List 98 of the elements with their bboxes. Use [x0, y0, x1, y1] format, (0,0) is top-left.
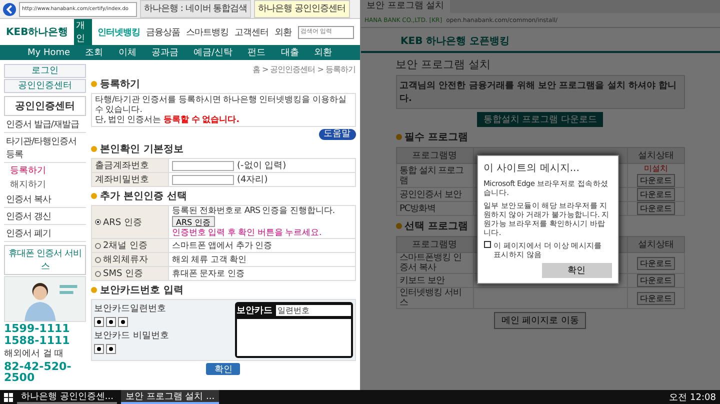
radio-option[interactable]: ARS 인증: [92, 206, 168, 238]
page-title: 보안 프로그램 설치: [396, 57, 490, 72]
main-nav-link[interactable]: 조회: [85, 46, 104, 59]
breadcrumb: 홈 > 공인인증센터 > 등록하기: [251, 64, 356, 75]
abroad-label: 해외에서 걸 때: [4, 348, 65, 360]
top-nav-link[interactable]: 인터넷뱅킹: [98, 26, 140, 38]
column-header: 프로그램명: [396, 148, 473, 164]
phone-number: 82-42-520-2500: [4, 361, 72, 383]
page-title: 등록하기: [100, 78, 140, 91]
top-nav-link[interactable]: 금융상품: [146, 26, 180, 38]
column-header: 설치상태: [628, 236, 684, 252]
service-banner[interactable]: 휴대폰 인증서 서비스: [4, 245, 86, 275]
bank-logo[interactable]: KEB 하나은행 오픈뱅킹: [400, 36, 510, 47]
checkbox[interactable]: [484, 241, 490, 248]
section-title: 본인확인 기본정보: [100, 143, 184, 156]
main-nav-link[interactable]: 대출: [280, 46, 299, 59]
back-button[interactable]: [3, 2, 16, 16]
download-button[interactable]: 다운로드: [637, 188, 675, 201]
field-label: 보안카드 비밀번호: [94, 330, 170, 342]
bullet-icon: [91, 81, 97, 87]
card-title: 보안카드: [236, 305, 272, 317]
notice-text: 단, 법인 인증서는 등록할 수 없습니다.: [95, 115, 240, 125]
ars-button[interactable]: ARS 인증: [172, 216, 215, 227]
main-nav-link[interactable]: 예금/신탁: [194, 46, 233, 59]
sidebar-item[interactable]: 인증서 갱신: [4, 209, 86, 225]
sidebar-item[interactable]: 인증서 복사: [4, 192, 86, 208]
download-button[interactable]: 다운로드: [637, 256, 675, 270]
help-button[interactable]: 도움말: [318, 129, 356, 140]
logo-badge: 개인: [74, 19, 92, 45]
program-name: 통합 설치 프로그램: [396, 164, 473, 188]
bullet-icon: [91, 146, 97, 152]
field-label: 계좌비밀번호: [92, 172, 168, 186]
main-nav-link[interactable]: 이체: [118, 46, 136, 59]
bullet-icon: [396, 223, 402, 229]
top-nav-link[interactable]: 스마트뱅킹: [186, 26, 228, 38]
radio-option[interactable]: SMS 인증: [92, 266, 168, 280]
dialog-title: 이 사이트의 메시지...: [484, 162, 580, 175]
sidebar-item[interactable]: 인증서 폐기: [4, 226, 86, 242]
top-nav-link[interactable]: 고객센터: [234, 26, 268, 38]
input-field[interactable]: (4자리): [168, 172, 355, 186]
section-title: 보안카드번호 입력: [100, 284, 184, 297]
sidebar-subitem[interactable]: 등록하기: [4, 164, 86, 177]
notice-box: 고객님의 안전한 금융거래를 위해 보안 프로그램을 설치 하셔야 합니다.: [396, 75, 685, 109]
confirm-button[interactable]: 확인: [206, 363, 240, 375]
main-nav-link[interactable]: My Home: [28, 48, 70, 58]
download-button[interactable]: 다운로드: [637, 274, 675, 287]
phone-number: 1599-1111: [4, 323, 71, 334]
taskbar-button[interactable]: 보안 프로그램 설치 ...: [121, 390, 219, 404]
program-name: 키보드 보안: [396, 274, 473, 288]
install-status: 미설치: [643, 164, 669, 174]
program-name: 스마트폰뱅킹 인증서 복사: [396, 252, 473, 274]
input-field[interactable]: (-없이 입력): [168, 158, 355, 172]
sidebar-button[interactable]: 공인인증센터: [4, 79, 86, 93]
program-name: 공인인증서 보안: [396, 188, 473, 202]
column-header: 프로그램명: [396, 236, 473, 252]
option-description: 해외 체류 고객 확인: [172, 254, 248, 264]
field-label: 보안카드일련번호: [94, 303, 167, 315]
section-title: 선택 프로그램: [404, 220, 468, 233]
browser-tab[interactable]: 보안 프로그램 설치: [360, 0, 450, 13]
program-name: 인터넷뱅킹 서비스: [396, 288, 473, 308]
bullet-icon: [91, 193, 97, 199]
option-description: 등록된 전화번호로 ARS 인증을 진행합니다.: [172, 206, 336, 216]
radio-option[interactable]: 2채널 인증: [92, 238, 168, 252]
taskbar-button[interactable]: 하나은행 공인인증센...: [17, 390, 118, 404]
main-nav-link[interactable]: 공과금: [151, 46, 178, 59]
sidebar-item[interactable]: 타기관/타행인증서 등록: [4, 134, 86, 163]
sidebar-button[interactable]: 로그인: [4, 64, 86, 78]
bullet-icon: [91, 287, 97, 293]
column-header: 설치상태: [628, 148, 684, 164]
option-description: 휴대폰 문자로 인증: [172, 268, 246, 278]
phone-number: 1588-1111: [4, 335, 71, 346]
main-page-button[interactable]: 메인 페이지로 이동: [494, 312, 586, 329]
radio-option[interactable]: 해외체류자: [92, 252, 168, 266]
program-name: PC방화벽: [396, 202, 473, 216]
card-serial: 일련번호: [276, 305, 350, 316]
notice-text: 타행/타기관 인증서를 등록하시면 하나은행 인터넷뱅킹을 이용하실 수 있습니다.: [95, 95, 348, 115]
sidebar-title: 공인인증센터: [4, 96, 86, 116]
main-nav-link[interactable]: 외환: [314, 46, 332, 59]
windows-icon[interactable]: [4, 392, 13, 402]
section-title: 추가 본인인증 선택: [100, 190, 187, 203]
download-all-button[interactable]: 통합설치 프로그램 다운로드: [477, 112, 604, 127]
download-button[interactable]: 다운로드: [637, 174, 675, 187]
option-description: 스마트폰 앱에서 추가 인증: [172, 240, 274, 250]
browser-tab[interactable]: 하나은행 : 네이버 통합검색: [140, 0, 252, 18]
top-nav-link[interactable]: 외환: [274, 26, 292, 38]
download-button[interactable]: 다운로드: [637, 202, 675, 215]
ok-button[interactable]: 확인: [542, 263, 612, 278]
main-nav-link[interactable]: 펀드: [248, 46, 266, 59]
sidebar-item[interactable]: 인증서 발급/재발급: [4, 117, 86, 133]
bullet-icon: [396, 134, 402, 140]
bank-logo[interactable]: KEB하나은행: [6, 25, 68, 39]
clock: 오전 12:08: [669, 392, 716, 404]
warning-text: 인증번호 입력 후 확인 버튼을 누르세요.: [172, 228, 322, 238]
section-title: 필수 프로그램: [404, 131, 468, 144]
sidebar-subitem[interactable]: 해지하기: [4, 178, 86, 191]
browser-tab[interactable]: 하나은행 공인인증센터: [254, 0, 350, 18]
download-button[interactable]: 다운로드: [637, 292, 675, 304]
field-label: 출금계좌번호: [92, 158, 168, 172]
